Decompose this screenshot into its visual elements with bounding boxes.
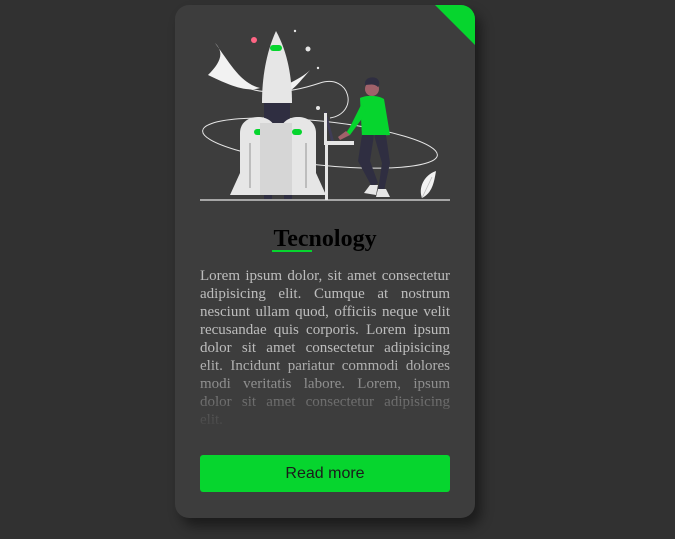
title-underline (272, 250, 312, 252)
article-card: Tecnology Lorem ipsum dolor, sit amet co… (175, 5, 475, 518)
description-fade-overlay (200, 358, 450, 433)
read-more-button[interactable]: Read more (200, 455, 450, 492)
card-description-container: Lorem ipsum dolor, sit amet consectetur … (200, 267, 450, 433)
card-title: Tecnology (273, 226, 377, 252)
rocket-launch-illustration (200, 29, 450, 201)
